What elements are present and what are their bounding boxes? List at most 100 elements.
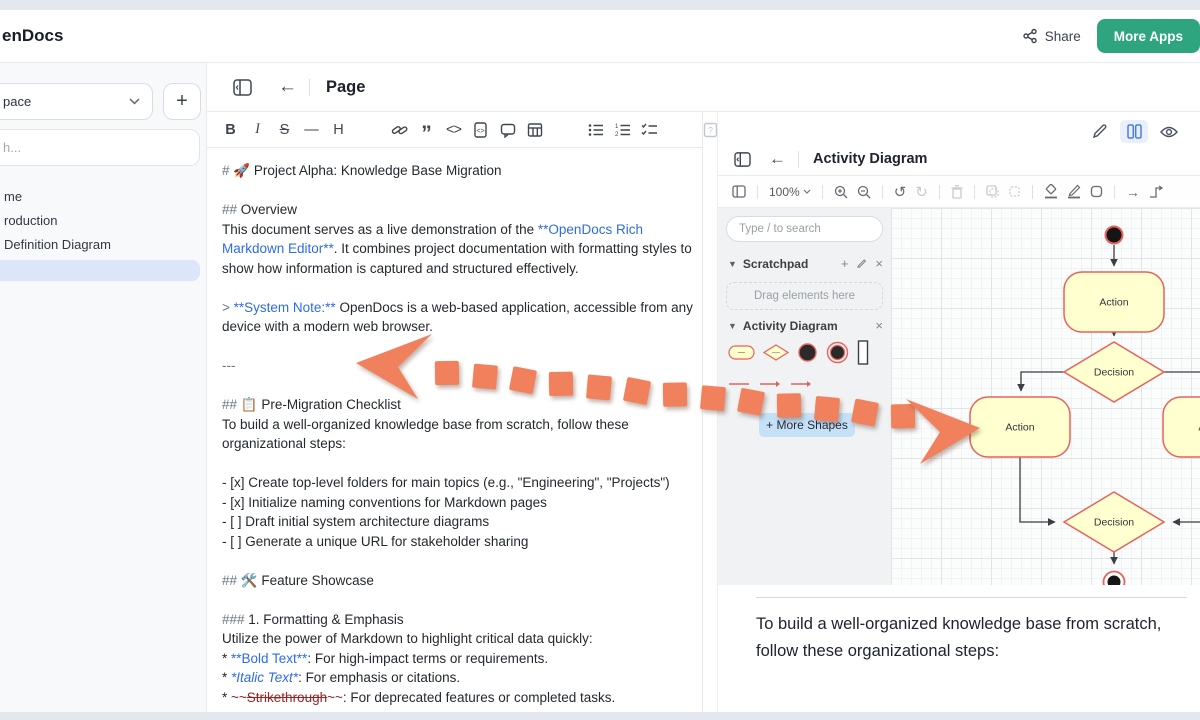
diagram-toolbar: 100% [718,176,1200,208]
view-mode-switcher [1091,120,1178,143]
copy-icon[interactable] [986,185,999,198]
sidebar: pace + meroductionDefinition Diagram [0,63,207,712]
zoom-in-icon[interactable] [834,185,848,199]
zoom-out-icon[interactable] [857,185,871,199]
main-area: ← Page B I S — H ” <> [207,63,1200,712]
preview-paragraph: To build a well-organized knowledge base… [756,611,1200,665]
app-window: enDocs Share More Apps pace + [0,10,1200,712]
collapse-sidebar-icon[interactable] [233,79,252,96]
markdown-source[interactable]: # 🚀 Project Alpha: Knowledge Base Migrat… [207,148,702,707]
palette-initial-node-shape[interactable] [797,342,818,363]
diagram-canvas[interactable]: Action Decision Action [891,208,1200,617]
numbered-list-icon[interactable]: 12 [614,121,631,139]
undo-icon[interactable]: ↺ [894,183,907,201]
fill-color-icon[interactable] [1044,184,1058,199]
drag-hint: Drag elements here [754,290,855,302]
edge-palette [728,380,812,388]
checklist-icon[interactable] [641,121,658,139]
divider [798,151,799,168]
palette-action-shape[interactable] [728,345,755,360]
action-node[interactable]: Action [970,397,1070,457]
collapse-panel-icon[interactable] [734,152,751,167]
svg-text:?: ? [708,125,713,135]
shadow-icon[interactable] [1090,185,1103,198]
add-page-button[interactable]: + [163,83,201,120]
palette-bar-shape[interactable] [857,340,869,365]
markdown-line: - [ ] Generate a unique URL for stakehol… [222,532,700,552]
markdown-line: ## Overview [222,200,700,220]
code-icon[interactable]: <> [445,121,462,139]
back-button[interactable]: ← [278,76,297,98]
palette-edge-arrow2[interactable] [790,380,812,388]
sidebar-item[interactable]: me [0,185,207,208]
heading-button[interactable]: H [330,121,347,139]
markdown-line [222,454,700,474]
page-title: Page [326,78,365,97]
scratchpad-edit-icon[interactable] [856,258,867,269]
bullet-list-icon[interactable] [587,121,604,139]
svg-text:Decision: Decision [1094,367,1134,379]
decision-node[interactable]: Decision [1064,492,1164,552]
split-view-columns-icon[interactable] [1120,120,1148,143]
table-icon[interactable] [526,121,543,139]
scratchpad-dropzone[interactable]: Drag elements here [726,282,883,310]
markdown-line [222,590,700,610]
italic-button[interactable]: I [249,121,266,139]
strikethrough-button[interactable]: S [276,121,293,139]
scratchpad-close-icon[interactable]: × [875,256,883,271]
paste-icon[interactable] [1008,185,1021,198]
share-label: Share [1045,29,1081,44]
elbow-edge-icon[interactable] [1149,185,1163,198]
sidebar-item[interactable] [0,260,200,281]
blockquote-icon[interactable]: ” [418,121,435,139]
share-button[interactable]: Share [1022,28,1081,44]
decision-node[interactable]: Decision [1064,342,1164,402]
sidebar-item[interactable]: roduction [0,209,207,232]
shape-search-input[interactable] [726,216,883,242]
bold-button[interactable]: B [222,121,239,139]
markdown-line [222,376,700,396]
preview-eye-icon[interactable] [1160,125,1178,139]
more-shapes-button[interactable]: + More Shapes [759,413,855,437]
palette-decision-shape[interactable] [763,344,789,361]
sidebar-search-input[interactable] [0,129,200,166]
zoom-level-dropdown[interactable]: 100% [769,185,811,199]
markdown-line: --- [222,356,700,376]
more-apps-button[interactable]: More Apps [1097,19,1200,53]
code-block-icon[interactable]: <> [472,121,489,139]
scratchpad-section[interactable]: ▼ Scratchpad + × [728,256,883,271]
activity-diagram-section[interactable]: ▼ Activity Diagram × [728,318,883,333]
action-node[interactable]: Action [1163,397,1200,457]
sidebar-item[interactable]: Definition Diagram [0,233,207,256]
palette-final-node-shape[interactable] [826,341,849,364]
preview-pane: ← Activity Diagram 100% [717,112,1200,712]
caret-down-icon: ▼ [728,259,737,269]
markdown-line: - [ ] Draft initial system architecture … [222,512,700,532]
markdown-line [222,337,700,357]
rendered-preview: To build a well-organized knowledge base… [718,585,1200,680]
action-node[interactable]: Action [1064,272,1164,332]
svg-text:<>: <> [476,128,484,135]
workspace-selector[interactable]: pace [0,83,153,120]
shapes-panel: ▼ Scratchpad + × Drag elements here [718,208,891,617]
markdown-line: * ~~Strikethrough~~: For deprecated feat… [222,688,700,708]
link-icon[interactable] [391,121,408,139]
palette-edge-plain[interactable] [728,380,750,388]
markdown-line: ## 📋 Pre-Migration Checklist [222,395,700,415]
delete-icon[interactable] [951,185,963,199]
initial-node[interactable] [1106,227,1123,244]
scratchpad-add-icon[interactable]: + [841,256,849,271]
diagram-back-button[interactable]: ← [769,149,786,169]
comment-icon[interactable] [499,121,516,139]
horizontal-rule-button[interactable]: — [303,121,320,139]
redo-icon[interactable]: ↻ [915,183,928,201]
straight-edge-icon[interactable]: → [1126,184,1140,200]
palette-edge-arrow[interactable] [759,380,781,388]
toggle-panel-icon[interactable] [732,185,746,198]
edit-mode-pencil-icon[interactable] [1091,123,1108,140]
section-close-icon[interactable]: × [875,318,883,333]
svg-text:Action: Action [1005,422,1034,434]
markdown-line [222,551,700,571]
svg-text:1: 1 [615,124,619,130]
line-color-icon[interactable] [1067,184,1081,199]
